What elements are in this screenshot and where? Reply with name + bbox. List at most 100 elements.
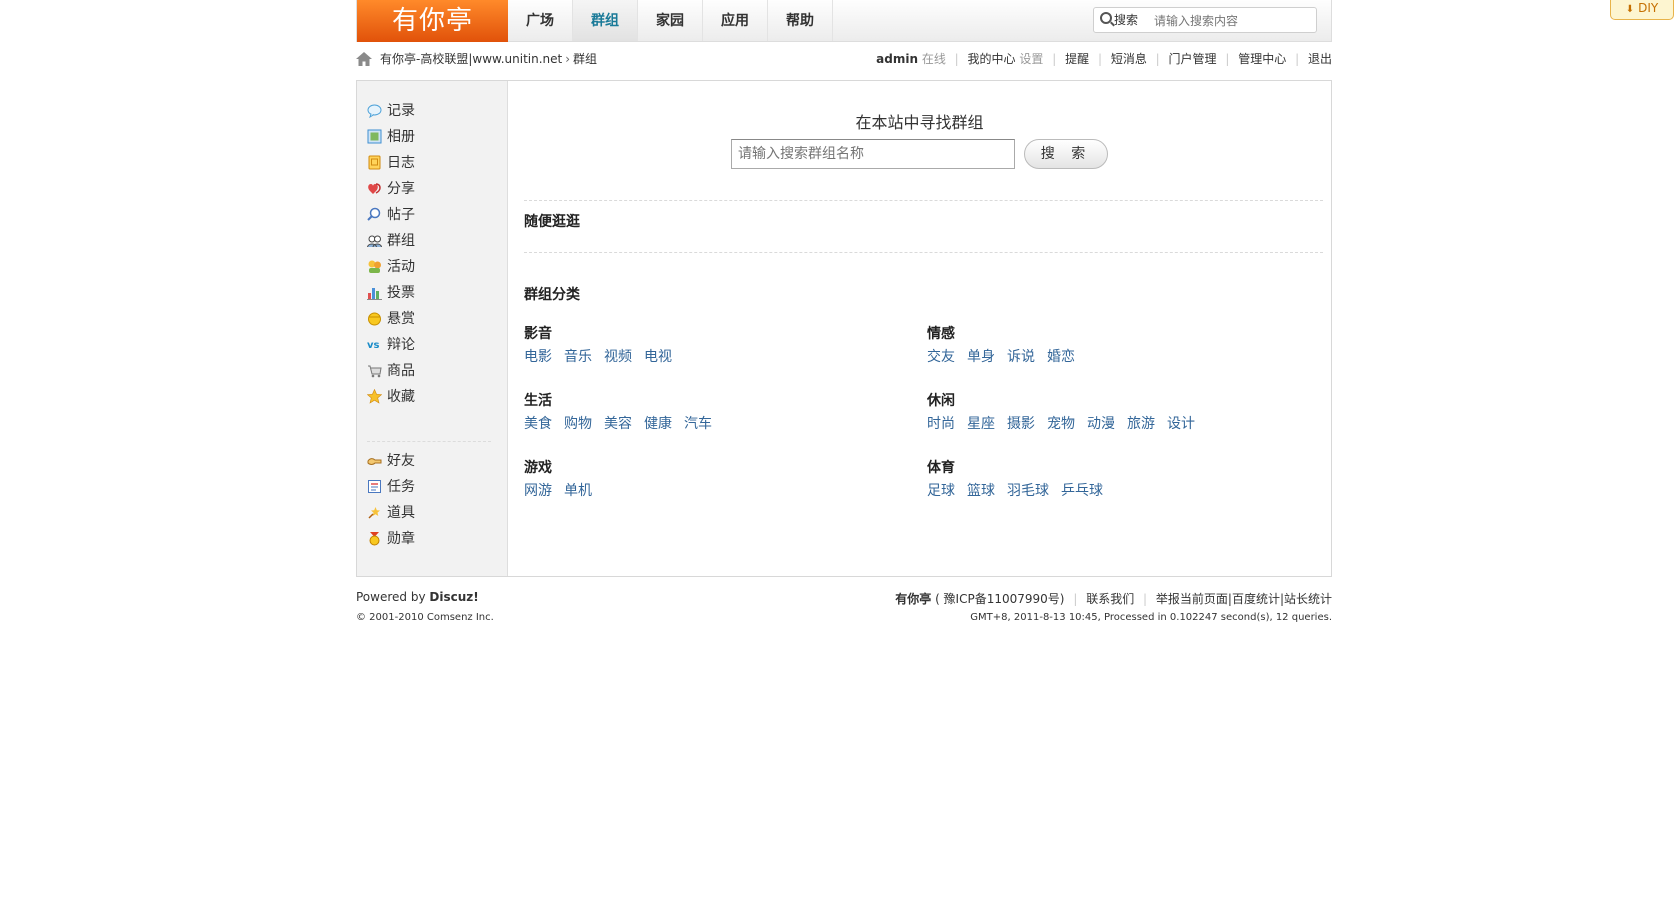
category-link[interactable]: 交友	[927, 349, 955, 365]
sidebar-item-label: 辩论	[387, 337, 415, 353]
category-link[interactable]: 羽毛球	[1007, 483, 1049, 499]
group-search-input[interactable]	[731, 139, 1015, 169]
sidebar-item-favorite[interactable]: 收藏	[367, 387, 415, 407]
category-link[interactable]: 动漫	[1087, 416, 1115, 432]
category-link[interactable]: 购物	[564, 416, 592, 432]
sidebar-item-reward[interactable]: 悬赏	[367, 309, 415, 329]
sidebar-item-label: 投票	[387, 285, 415, 301]
category-block: 游戏 网游 单机	[524, 457, 604, 503]
site-name-link[interactable]: 有你亭	[895, 592, 931, 606]
header-search-input[interactable]	[1152, 10, 1306, 32]
sidebar-item-magic[interactable]: 道具	[367, 503, 415, 523]
divider	[524, 200, 1323, 201]
report-stats-links[interactable]: 举报当前页面|百度统计|站长统计	[1156, 592, 1332, 606]
nav-item-plaza[interactable]: 广场	[508, 0, 573, 41]
category-link[interactable]: 视频	[604, 349, 632, 365]
category-link[interactable]: 单机	[564, 483, 592, 499]
divider: |	[1052, 52, 1057, 66]
sidebar-item-label: 商品	[387, 363, 415, 379]
nav-item-help[interactable]: 帮助	[768, 0, 833, 41]
sidebar-item-label: 群组	[387, 233, 415, 249]
category-link[interactable]: 汽车	[684, 416, 712, 432]
category-link[interactable]: 诉说	[1007, 349, 1035, 365]
category-link[interactable]: 设计	[1167, 416, 1195, 432]
reward-icon	[368, 312, 381, 326]
category-link[interactable]: 音乐	[564, 349, 592, 365]
sidebar-item-blog[interactable]: 日志	[367, 153, 415, 173]
category-link[interactable]: 单身	[967, 349, 995, 365]
group-search-button[interactable]: 搜 索	[1024, 139, 1108, 169]
sidebar-item-poll[interactable]: 投票	[367, 283, 415, 303]
sidebar-item-medal[interactable]: 勋章	[367, 529, 415, 549]
divider: |	[1073, 592, 1078, 606]
friend-icon	[367, 458, 382, 465]
category-link[interactable]: 宠物	[1047, 416, 1075, 432]
category-link[interactable]: 婚恋	[1047, 349, 1075, 365]
discuz-link[interactable]: Discuz!	[429, 590, 478, 604]
sidebar-item-label: 道具	[387, 505, 415, 521]
activity-icon	[368, 260, 381, 273]
blog-icon	[368, 155, 381, 170]
powered-by: Powered by Discuz!	[356, 590, 479, 604]
sidebar-item-label: 勋章	[387, 531, 415, 547]
category-link[interactable]: 美食	[524, 416, 552, 432]
sidebar-item-post[interactable]: 帖子	[367, 205, 415, 225]
my-center-link[interactable]: 我的中心	[968, 52, 1016, 66]
footer: Powered by Discuz! © 2001-2010 Comsenz I…	[356, 590, 1332, 630]
random-section-title: 随便逛逛	[524, 214, 580, 230]
message-link[interactable]: 短消息	[1111, 52, 1147, 66]
nav-item-apps[interactable]: 应用	[703, 0, 768, 41]
category-link[interactable]: 时尚	[927, 416, 955, 432]
site-logo[interactable]: 有你亭	[357, 0, 508, 42]
sidebar-item-friend[interactable]: 好友	[367, 451, 415, 471]
crumb-bar: 有你亭-高校联盟|www.unitin.net › 群组 admin 在线 | 我的…	[356, 46, 1332, 72]
sidebar-item-group[interactable]: 群组	[367, 231, 415, 251]
search-icon[interactable]	[1100, 12, 1112, 24]
contact-link[interactable]: 联系我们	[1086, 592, 1134, 606]
breadcrumb-current[interactable]: 群组	[573, 52, 597, 66]
portal-admin-link[interactable]: 门户管理	[1169, 52, 1217, 66]
category-link[interactable]: 乒乓球	[1061, 483, 1103, 499]
category-title: 体育	[927, 460, 955, 476]
category-link[interactable]: 美容	[604, 416, 632, 432]
home-icon[interactable]	[356, 52, 372, 66]
nav-item-group[interactable]: 群组	[573, 0, 638, 41]
sidebar-item-activity[interactable]: 活动	[367, 257, 415, 277]
search-label[interactable]: 搜索	[1114, 8, 1138, 32]
category-block: 休闲 时尚 星座 摄影 宠物 动漫 旅游 设计	[927, 390, 1207, 436]
sidebar-item-album[interactable]: 相册	[367, 127, 415, 147]
category-link[interactable]: 足球	[927, 483, 955, 499]
sidebar-item-goods[interactable]: 商品	[367, 361, 415, 381]
category-link[interactable]: 电视	[644, 349, 672, 365]
sidebar-item-task[interactable]: 任务	[367, 477, 415, 497]
sidebar-item-record[interactable]: 记录	[367, 101, 415, 121]
category-link[interactable]: 星座	[967, 416, 995, 432]
category-link[interactable]: 篮球	[967, 483, 995, 499]
logout-link[interactable]: 退出	[1308, 52, 1332, 66]
breadcrumb: 有你亭-高校联盟|www.unitin.net › 群组	[380, 46, 597, 72]
category-link[interactable]: 电影	[524, 349, 552, 365]
category-link[interactable]: 网游	[524, 483, 552, 499]
nav-item-home[interactable]: 家园	[638, 0, 703, 41]
svg-text:vs: vs	[367, 340, 380, 351]
username-link[interactable]: admin	[876, 52, 918, 66]
settings-link[interactable]: 设置	[1019, 52, 1043, 66]
breadcrumb-site[interactable]: 有你亭-高校联盟|www.unitin.net	[380, 52, 562, 66]
category-link[interactable]: 旅游	[1127, 416, 1155, 432]
sidebar-item-share[interactable]: 分享	[367, 179, 415, 199]
admin-center-link[interactable]: 管理中心	[1238, 52, 1286, 66]
icp-link[interactable]: ( 豫ICP备11007990号)	[935, 592, 1064, 606]
notice-link[interactable]: 提醒	[1065, 52, 1089, 66]
category-link[interactable]: 摄影	[1007, 416, 1035, 432]
breadcrumb-separator: ›	[565, 52, 571, 66]
diy-button[interactable]: ⬇ DIY	[1610, 0, 1674, 20]
category-title: 情感	[927, 326, 955, 342]
task-icon	[368, 480, 381, 493]
online-status[interactable]: 在线	[922, 52, 946, 66]
record-icon	[367, 104, 382, 118]
header-search: 搜索	[1093, 7, 1317, 33]
processed-info: GMT+8, 2011-8-13 10:45, Processed in 0.1…	[970, 612, 1332, 623]
category-link[interactable]: 健康	[644, 416, 672, 432]
category-title: 游戏	[524, 460, 552, 476]
sidebar-item-debate[interactable]: vs 辩论	[367, 335, 415, 355]
